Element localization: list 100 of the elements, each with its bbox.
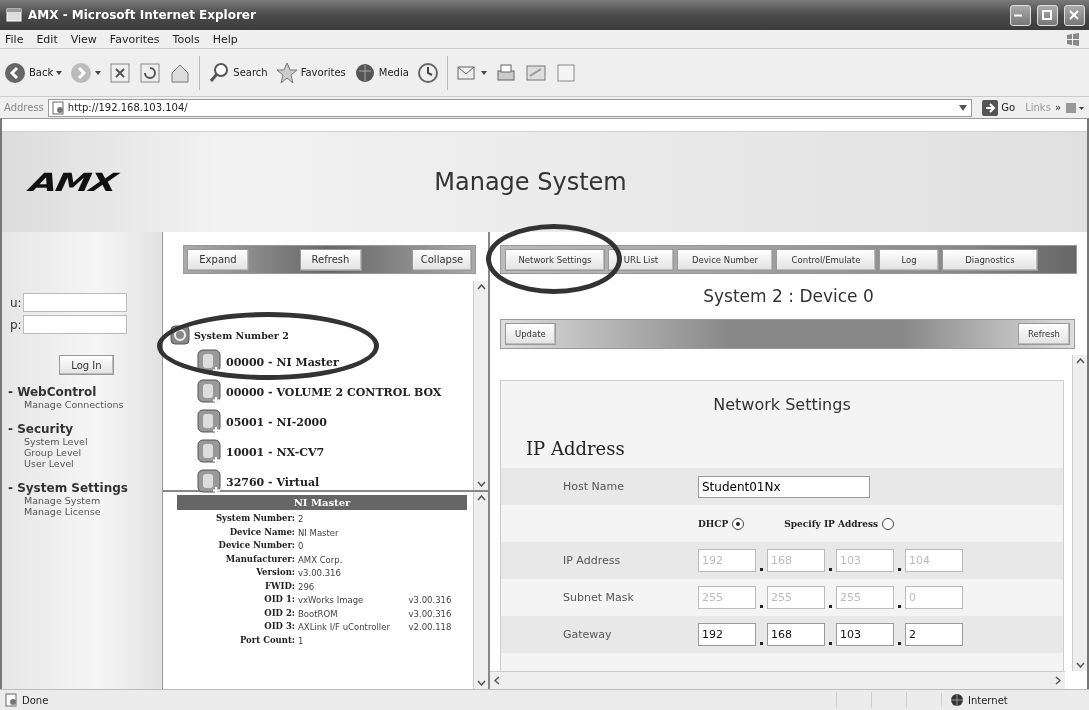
details-header: NI Master <box>177 495 467 510</box>
clock-icon <box>416 61 439 84</box>
menu-item[interactable]: Edit <box>36 32 58 46</box>
field-label: Host Name <box>562 480 625 493</box>
tab[interactable]: Device Number <box>677 248 773 271</box>
nav-link[interactable]: Manage System <box>24 495 162 506</box>
scrollbar[interactable] <box>1072 355 1087 671</box>
printer-icon <box>494 61 517 84</box>
octet-field[interactable]: 168 <box>767 623 825 646</box>
field-label: Subnet Mask <box>562 591 635 604</box>
radio-button[interactable] <box>882 517 895 530</box>
tab[interactable]: Log <box>879 248 939 271</box>
menu-item[interactable]: Tools <box>172 32 200 46</box>
toolbar-button[interactable]: Collapse <box>412 248 472 271</box>
menu-item[interactable]: File <box>5 32 24 46</box>
favorites-button[interactable]: Favorites <box>275 61 346 84</box>
toolbar-button[interactable]: Refresh <box>299 248 362 271</box>
globe-icon <box>950 693 964 707</box>
device-node-icon <box>197 439 223 465</box>
close-button[interactable] <box>1064 4 1085 26</box>
search-button[interactable]: Search <box>208 61 268 84</box>
page-title: Manage System <box>433 168 628 196</box>
tree-item[interactable]: 10001 - NX-CV7 <box>226 445 325 459</box>
back-button[interactable]: Back <box>4 61 63 84</box>
forward-button[interactable] <box>70 61 102 84</box>
field-label: FWID: <box>263 580 295 593</box>
scroll-up-icon <box>476 284 486 290</box>
field-value: vxWorks Image <box>298 594 365 607</box>
refresh-button[interactable]: Refresh <box>1017 323 1070 345</box>
tree-item[interactable]: 00000 - VOLUME 2 CONTROL BOX <box>226 385 442 399</box>
address-field[interactable]: http://192.168.103.104/ <box>47 98 973 117</box>
maximize-button[interactable] <box>1037 4 1058 26</box>
print-button[interactable] <box>494 61 517 84</box>
go-arrow-icon <box>982 99 999 116</box>
octet-field[interactable]: 2 <box>905 623 963 646</box>
scroll-up-icon <box>476 495 486 501</box>
scrollbar[interactable] <box>473 281 488 490</box>
minimize-button[interactable] <box>1010 4 1031 26</box>
field-value: BootROM <box>298 607 339 621</box>
octet-field[interactable]: 192 <box>698 623 756 646</box>
nav-link[interactable]: Manage License <box>24 506 162 517</box>
chevron-button[interactable]: » <box>1054 102 1061 113</box>
scrollbar[interactable] <box>490 671 1065 689</box>
nav-heading: - System Settings <box>8 481 129 495</box>
username-field[interactable] <box>22 293 127 312</box>
radio-label: Specify IP Address <box>784 518 879 529</box>
nav-link[interactable]: Group Level <box>24 447 162 458</box>
field-label: IP Address <box>562 554 622 567</box>
nav-link[interactable]: System Level <box>24 436 162 447</box>
menu-item[interactable]: Help <box>212 32 238 46</box>
tree-item[interactable]: System Number 2 <box>194 329 289 341</box>
page-icon <box>4 693 18 707</box>
password-field[interactable] <box>22 315 127 334</box>
maximize-icon <box>1041 9 1053 21</box>
dropdown-arrow-icon <box>958 103 969 112</box>
zone-label: Internet <box>968 694 1008 706</box>
toolbar-button[interactable]: Expand <box>187 248 249 271</box>
go-button[interactable]: Go <box>976 99 1022 116</box>
tab[interactable]: Control/Emulate <box>776 248 876 271</box>
tab[interactable]: URL List <box>608 248 674 271</box>
refresh-button[interactable] <box>139 61 162 84</box>
field-label: OID 2: <box>263 607 295 620</box>
media-button[interactable]: Media <box>353 61 409 84</box>
globe-icon <box>353 61 376 84</box>
host-name-field[interactable]: Student01Nx <box>698 475 870 498</box>
field-value: 1 <box>298 634 305 648</box>
close-icon <box>1068 9 1080 21</box>
password-label: p: <box>10 317 22 332</box>
scrollbar[interactable] <box>473 492 488 689</box>
tab[interactable]: Network Settings <box>505 248 605 271</box>
device-heading: System 2 : Device 0 <box>702 286 875 306</box>
field-label: Gateway <box>562 628 613 641</box>
radio-button[interactable] <box>732 517 745 530</box>
dropdown-arrow-icon <box>95 70 102 75</box>
username-label: u: <box>10 295 22 310</box>
nav-link[interactable]: Manage Connections <box>24 399 162 410</box>
star-icon <box>275 61 298 84</box>
login-button[interactable]: Log In <box>59 355 114 375</box>
browser-icon <box>6 8 22 22</box>
field-label: Device Number: <box>217 540 295 552</box>
stop-button[interactable] <box>109 61 132 84</box>
tab[interactable]: Diagnostics <box>942 248 1038 271</box>
menu-item[interactable]: View <box>70 32 97 46</box>
field-value: AMX Corp. <box>298 553 344 567</box>
menu-item[interactable]: Favorites <box>109 32 160 46</box>
tree-item[interactable]: 05001 - NI-2000 <box>226 415 327 429</box>
octet-field[interactable]: 103 <box>836 623 894 646</box>
field-label: Port Count: <box>238 634 295 647</box>
history-button[interactable] <box>416 61 439 84</box>
scroll-down-icon <box>1075 662 1085 668</box>
scroll-up-icon <box>1075 358 1085 364</box>
page-icon <box>50 100 65 115</box>
nav-heading: - WebControl <box>8 385 98 399</box>
tree-item[interactable]: 00000 - NI Master <box>226 355 339 369</box>
scroll-left-icon <box>494 676 500 685</box>
status-text: Done <box>22 694 49 706</box>
panel-title: Network Settings <box>712 395 852 414</box>
nav-link[interactable]: User Level <box>24 458 162 469</box>
update-button[interactable]: Update <box>505 323 556 345</box>
tree-item[interactable]: 32760 - Virtual <box>226 475 320 489</box>
